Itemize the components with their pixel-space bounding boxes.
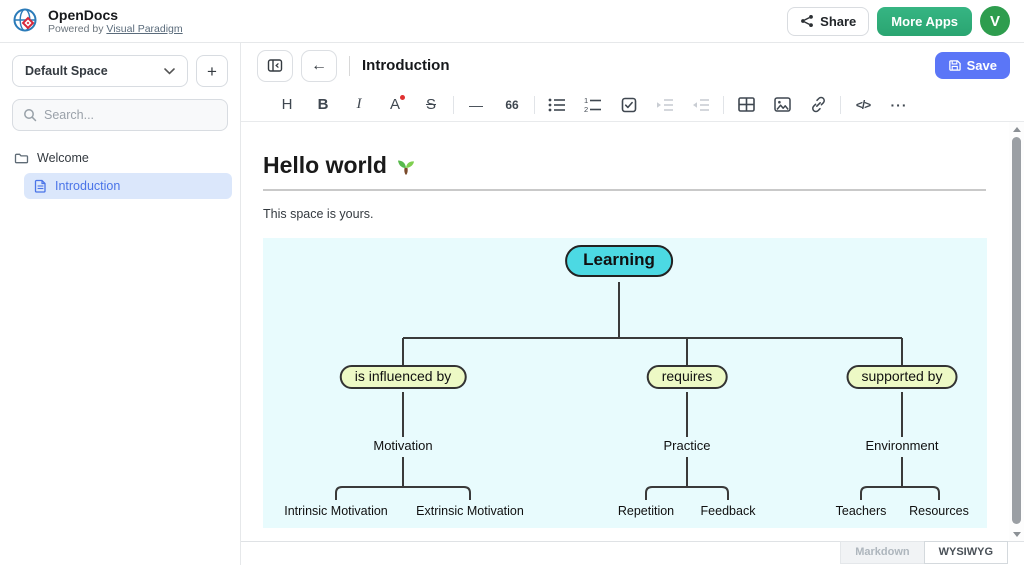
document-icon	[34, 179, 47, 193]
more-icon[interactable]: ···	[881, 92, 917, 118]
divider	[349, 56, 350, 76]
tree-page-introduction[interactable]: Introduction	[24, 173, 232, 199]
numbered-list-icon[interactable]: 12	[575, 92, 611, 118]
opendocs-logo-icon	[12, 7, 40, 35]
diagram-node-leaf: Repetition	[618, 504, 674, 518]
powered-by: Powered by Visual Paradigm	[48, 23, 183, 35]
brand: OpenDocs Powered by Visual Paradigm	[12, 7, 183, 35]
save-button[interactable]: Save	[935, 52, 1010, 79]
heading-icon[interactable]: H	[269, 92, 305, 118]
diagram-node-leaf: Extrinsic Motivation	[416, 504, 524, 518]
toggle-sidebar-button[interactable]	[257, 50, 293, 82]
brand-text: OpenDocs Powered by Visual Paradigm	[48, 8, 183, 35]
editor-header: ← Introduction Save	[241, 43, 1024, 88]
markdown-mode-tab[interactable]: Markdown	[840, 541, 924, 564]
toolbar-separator	[453, 96, 454, 114]
save-icon	[948, 59, 961, 72]
toolbar-separator	[723, 96, 724, 114]
bullet-list-icon[interactable]	[539, 92, 575, 118]
space-selector[interactable]: Default Space	[12, 55, 188, 87]
more-apps-button[interactable]: More Apps	[877, 7, 972, 36]
link-icon[interactable]	[800, 92, 836, 118]
search-icon	[23, 108, 37, 122]
diagram-node-leaf: Feedback	[701, 504, 756, 518]
app-name: OpenDocs	[48, 8, 183, 23]
document-canvas[interactable]: Hello world This space is yours.	[241, 122, 1024, 541]
concept-map-diagram[interactable]: Learning is influenced by requires suppo…	[263, 238, 987, 528]
share-button[interactable]: Share	[787, 7, 869, 36]
diagram-node-leaf: Intrinsic Motivation	[284, 504, 388, 518]
page-tree: Welcome Introduction	[0, 145, 240, 199]
diagram-node-root: Learning	[565, 245, 673, 277]
avatar[interactable]: V	[980, 6, 1010, 36]
diagram-node-concept: Environment	[866, 438, 939, 453]
italic-icon[interactable]: I	[341, 92, 377, 118]
document-heading: Hello world	[263, 152, 1024, 179]
editor-pane: ← Introduction Save H B I A S —	[241, 43, 1024, 565]
image-icon[interactable]	[764, 92, 800, 118]
page-title: Introduction	[362, 57, 449, 74]
diagram-node-leaf: Teachers	[836, 504, 887, 518]
search-input[interactable]	[44, 108, 217, 122]
horizontal-rule-icon[interactable]: —	[458, 92, 494, 118]
topbar-actions: Share More Apps V	[787, 6, 1010, 36]
back-arrow-icon: ←	[311, 57, 327, 75]
indent-icon[interactable]	[647, 92, 683, 118]
scroll-down-arrow-icon[interactable]	[1009, 527, 1024, 541]
diagram-node-leaf: Resources	[909, 504, 969, 518]
diagram-node-relation: supported by	[847, 365, 958, 389]
formatting-toolbar: H B I A S — 66 12	[241, 88, 1024, 122]
svg-text:2: 2	[584, 105, 588, 113]
toolbar-separator	[534, 96, 535, 114]
toolbar-separator	[840, 96, 841, 114]
scrollbar-thumb[interactable]	[1012, 137, 1021, 524]
svg-text:1: 1	[584, 97, 588, 105]
sidebar: Default Space + Welcome	[0, 43, 241, 565]
font-color-icon[interactable]: A	[377, 92, 413, 118]
document-paragraph: This space is yours.	[263, 207, 1024, 221]
code-icon[interactable]: </>	[845, 92, 881, 118]
app-window: OpenDocs Powered by Visual Paradigm	[0, 0, 1024, 565]
bold-icon[interactable]: B	[305, 92, 341, 118]
strikethrough-icon[interactable]: S	[413, 92, 449, 118]
heading-rule	[263, 189, 986, 191]
tree-folder-welcome[interactable]: Welcome	[0, 145, 240, 171]
diagram-node-concept: Practice	[664, 438, 711, 453]
folder-icon	[14, 151, 29, 165]
scroll-up-arrow-icon[interactable]	[1009, 122, 1024, 136]
table-icon[interactable]	[728, 92, 764, 118]
share-icon	[800, 14, 814, 28]
panel-left-icon	[267, 58, 283, 73]
outdent-icon[interactable]	[683, 92, 719, 118]
diagram-node-concept: Motivation	[373, 438, 432, 453]
add-space-button[interactable]: +	[196, 55, 228, 87]
tree-item-label: Introduction	[55, 179, 120, 193]
back-button[interactable]: ←	[301, 50, 337, 82]
tree-item-label: Welcome	[37, 151, 89, 165]
diagram-node-relation: is influenced by	[340, 365, 467, 389]
vertical-scrollbar[interactable]	[1009, 122, 1024, 541]
editor-mode-toggle: Markdown WYSIWYG	[840, 541, 1008, 564]
wysiwyg-mode-tab[interactable]: WYSIWYG	[924, 541, 1008, 564]
seedling-emoji	[395, 155, 417, 177]
chevron-down-icon	[164, 68, 175, 75]
status-bar: Markdown WYSIWYG	[241, 541, 1024, 565]
blockquote-icon[interactable]: 66	[494, 92, 530, 118]
task-list-icon[interactable]	[611, 92, 647, 118]
top-bar: OpenDocs Powered by Visual Paradigm	[0, 0, 1024, 43]
visual-paradigm-link[interactable]: Visual Paradigm	[106, 23, 182, 35]
diagram-node-relation: requires	[647, 365, 728, 389]
search-box[interactable]	[12, 99, 228, 131]
